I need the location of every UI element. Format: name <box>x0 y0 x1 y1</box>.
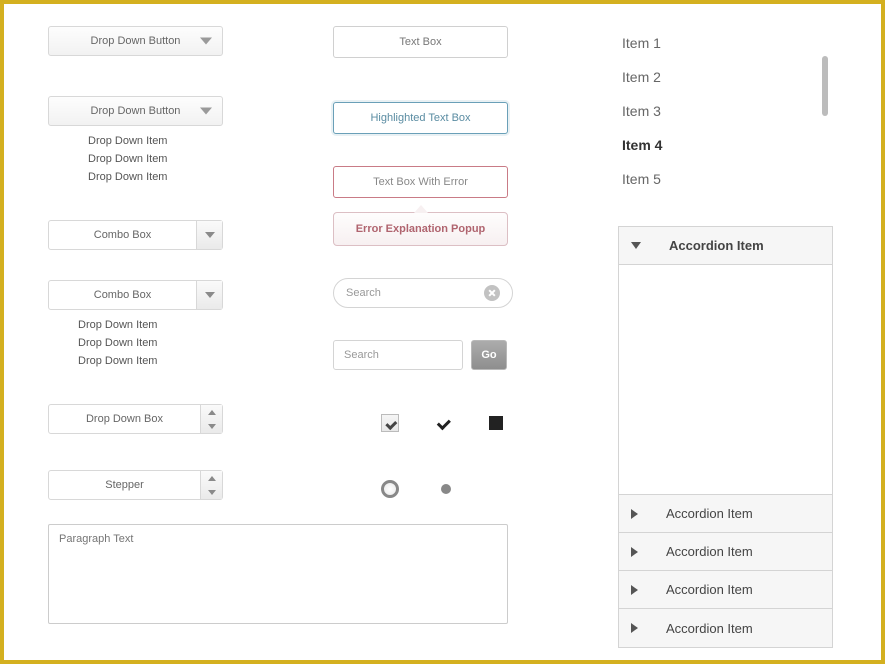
combo-box-1[interactable]: Combo Box <box>48 220 223 250</box>
accordion-item-label: Accordion Item <box>666 544 753 559</box>
list-box[interactable]: Item 1 Item 2 Item 3 Item 4 Item 5 <box>618 26 828 196</box>
combo-box-1-label: Combo Box <box>49 229 196 241</box>
stepper[interactable]: Stepper <box>48 470 223 500</box>
dropdown-item[interactable]: Drop Down Item <box>78 334 228 352</box>
dropdown-button-2[interactable]: Drop Down Button <box>48 96 223 126</box>
list-item[interactable]: Item 1 <box>618 26 828 60</box>
chevron-up-icon[interactable] <box>201 471 222 485</box>
chevron-down-icon <box>631 242 641 249</box>
accordion: Accordion Item Accordion Item Accordion … <box>618 226 833 648</box>
chevron-down-icon <box>200 108 212 115</box>
list-item[interactable]: Item 5 <box>618 162 828 196</box>
accordion-item-label: Accordion Item <box>669 238 764 253</box>
dropdown-item[interactable]: Drop Down Item <box>88 168 228 186</box>
text-box-error-label: Text Box With Error <box>373 176 468 188</box>
search-input-round[interactable]: Search <box>333 278 513 308</box>
combo-2-menu: Drop Down Item Drop Down Item Drop Down … <box>48 310 228 370</box>
chevron-right-icon <box>631 509 638 519</box>
dropdown-item[interactable]: Drop Down Item <box>88 132 228 150</box>
clear-icon[interactable] <box>484 285 500 301</box>
chevron-down-icon <box>200 38 212 45</box>
error-popup: Error Explanation Popup <box>333 212 508 246</box>
dropdown-item[interactable]: Drop Down Item <box>78 352 228 370</box>
paragraph-textarea[interactable] <box>48 524 508 624</box>
dropdown-button-2-label: Drop Down Button <box>91 105 181 117</box>
dropdown-box[interactable]: Drop Down Box <box>48 404 223 434</box>
radio-unselected[interactable] <box>381 480 399 498</box>
chevron-down-icon[interactable] <box>201 419 222 433</box>
combo-box-2-label: Combo Box <box>49 289 196 301</box>
scrollbar-thumb[interactable] <box>822 56 828 116</box>
chevron-down-icon[interactable] <box>196 221 222 249</box>
chevron-right-icon <box>631 623 638 633</box>
accordion-item[interactable]: Accordion Item <box>619 495 832 533</box>
dropdown-2-menu: Drop Down Item Drop Down Item Drop Down … <box>48 126 228 186</box>
accordion-item-open[interactable]: Accordion Item <box>619 227 832 265</box>
text-box-highlighted-label: Highlighted Text Box <box>370 112 470 124</box>
go-button[interactable]: Go <box>471 340 507 370</box>
chevron-right-icon <box>631 547 638 557</box>
go-button-label: Go <box>481 349 496 361</box>
accordion-item-label: Accordion Item <box>666 621 753 636</box>
dropdown-button-1[interactable]: Drop Down Button <box>48 26 223 56</box>
chevron-down-icon[interactable] <box>196 281 222 309</box>
stepper-label: Stepper <box>49 479 200 491</box>
chevron-down-icon[interactable] <box>201 485 222 499</box>
accordion-item[interactable]: Accordion Item <box>619 533 832 571</box>
radio-dot-icon <box>441 484 451 494</box>
list-item[interactable]: Item 2 <box>618 60 828 94</box>
list-item[interactable]: Item 3 <box>618 94 828 128</box>
text-box-highlighted[interactable]: Highlighted Text Box <box>333 102 508 134</box>
text-box[interactable]: Text Box <box>333 26 508 58</box>
dropdown-item[interactable]: Drop Down Item <box>88 150 228 168</box>
search-placeholder-2: Search <box>344 349 379 361</box>
accordion-item-label: Accordion Item <box>666 582 753 597</box>
accordion-body <box>619 265 832 495</box>
dropdown-button-1-label: Drop Down Button <box>91 35 181 47</box>
accordion-item[interactable]: Accordion Item <box>619 571 832 609</box>
error-popup-label: Error Explanation Popup <box>356 223 486 235</box>
chevron-up-icon[interactable] <box>201 405 222 419</box>
checkbox-checked[interactable] <box>381 414 399 432</box>
text-box-error[interactable]: Text Box With Error <box>333 166 508 198</box>
chevron-right-icon <box>631 585 638 595</box>
search-placeholder: Search <box>346 287 381 299</box>
combo-box-2[interactable]: Combo Box <box>48 280 223 310</box>
list-item-selected[interactable]: Item 4 <box>618 128 828 162</box>
dropdown-item[interactable]: Drop Down Item <box>78 316 228 334</box>
search-input-square[interactable]: Search <box>333 340 463 370</box>
check-icon <box>435 414 453 432</box>
text-box-label: Text Box <box>399 36 441 48</box>
dropdown-box-label: Drop Down Box <box>49 413 200 425</box>
accordion-item-label: Accordion Item <box>666 506 753 521</box>
stop-icon <box>489 416 503 430</box>
accordion-item[interactable]: Accordion Item <box>619 609 832 647</box>
